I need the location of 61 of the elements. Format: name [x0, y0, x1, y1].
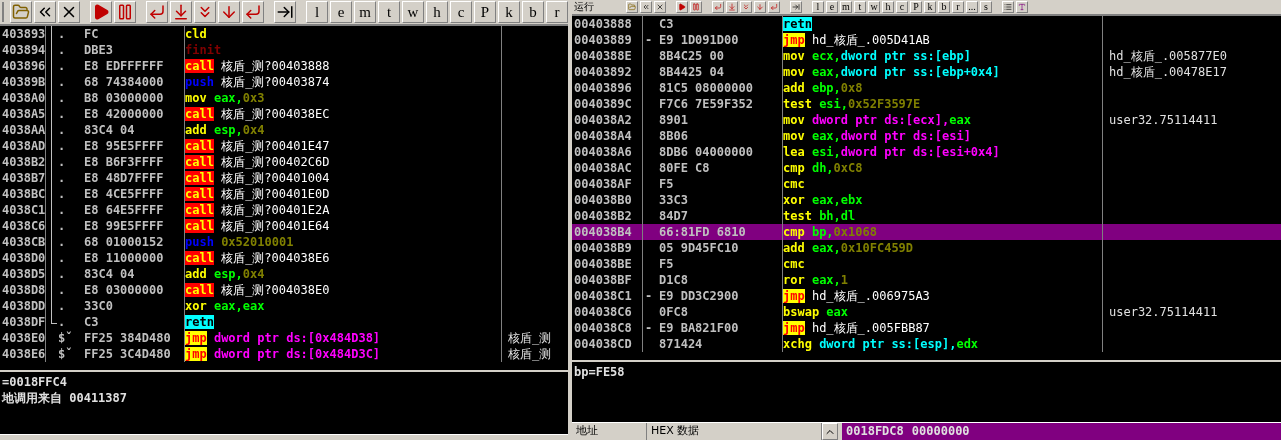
comment-cell-text: hd_核盾_.005877E0 [1108, 48, 1228, 64]
jump-marker: - [644, 288, 654, 304]
window-letter-button[interactable]: t [854, 1, 866, 13]
font-icon[interactable] [1016, 1, 1028, 13]
address-cell: 004038CD [572, 336, 643, 352]
window-letter-button[interactable]: ... [966, 1, 978, 13]
stack-value: 00000000 [911, 424, 970, 439]
pause-icon[interactable] [690, 1, 702, 13]
window-letter-button[interactable]: P [910, 1, 922, 13]
window-letter-button[interactable]: c [896, 1, 908, 13]
close-icon[interactable] [654, 1, 666, 13]
info-line: bp=FE58 [574, 364, 626, 380]
comment-cell-text: 核盾_测 [507, 346, 553, 362]
hex-bytes-cell: 871424 [655, 336, 783, 352]
jump-marker: - [644, 32, 654, 48]
window-letter-button[interactable]: w [868, 1, 880, 13]
rewind-icon[interactable] [34, 1, 56, 23]
comment-cell-text: 核盾_测 [507, 330, 553, 346]
instruction-cell: xchg dword ptr ss:[esp],edx [783, 336, 1103, 352]
window-letter-button[interactable]: k [498, 1, 520, 23]
window-letter-button[interactable]: b [938, 1, 950, 13]
window-letter-button[interactable]: e [330, 1, 352, 23]
status-label: 运行 [574, 1, 594, 13]
window-letter-button[interactable]: b [522, 1, 544, 23]
scroll-up-icon[interactable] [822, 423, 838, 440]
jump-marker: $ˇ [57, 346, 74, 362]
comment-cell-text: user32.75114411 [1108, 112, 1219, 128]
stack-address: 0018FDC8 [846, 424, 904, 439]
window-letter-button[interactable]: l [812, 1, 824, 13]
jump-marker: - [644, 320, 654, 336]
window-letter-button[interactable]: h [426, 1, 448, 23]
window-letter-button[interactable]: c [450, 1, 472, 23]
comment-cell-text: user32.75114411 [1108, 304, 1219, 320]
open-folder-icon[interactable] [626, 1, 638, 13]
list-icon[interactable] [1002, 1, 1014, 13]
window-letter-button[interactable]: k [924, 1, 936, 13]
rewind-icon[interactable] [640, 1, 652, 13]
window-letter-button[interactable]: m [354, 1, 376, 23]
code-row[interactable]: 004038B4 66:81FD 6810 cmp bp,0x1068 [572, 224, 1281, 240]
window-letter-button[interactable]: t [378, 1, 400, 23]
window-letter-button[interactable]: l [306, 1, 328, 23]
window-letter-button[interactable]: r [952, 1, 964, 13]
close-icon[interactable] [58, 1, 80, 23]
window-letter-button[interactable]: w [402, 1, 424, 23]
info-line: 地调用来自 00411387 [2, 390, 129, 406]
info-line: =0018FFC4 [2, 374, 69, 390]
address-cell: 4038E6 [0, 346, 46, 362]
pause-icon[interactable] [114, 1, 136, 23]
window-letter-button[interactable]: P [474, 1, 496, 23]
window-letter-button[interactable]: h [882, 1, 894, 13]
instruction-cell: jmp dword ptr ds:[0x484D3C] [185, 346, 502, 362]
open-folder-icon[interactable] [10, 1, 32, 23]
column-header[interactable]: 地址 [572, 423, 647, 440]
window-letter-button[interactable]: e [826, 1, 838, 13]
window-letter-button[interactable]: m [840, 1, 852, 13]
window-letter-button[interactable]: r [546, 1, 568, 23]
play-icon[interactable] [676, 1, 688, 13]
play-icon[interactable] [90, 1, 112, 23]
window-letter-button[interactable]: s [980, 1, 992, 13]
jump-marker: $ˇ [57, 330, 74, 346]
comment-cell-text: hd_核盾_.00478E17 [1108, 64, 1228, 80]
